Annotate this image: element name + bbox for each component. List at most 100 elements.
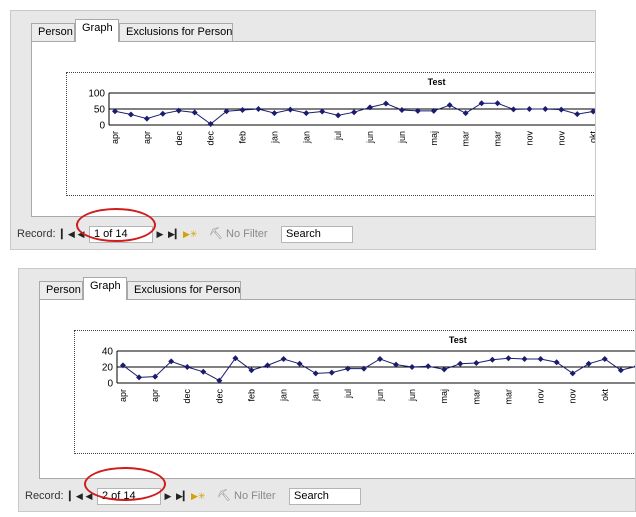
y-tick-label: 40 [102, 347, 114, 358]
data-point [280, 356, 287, 362]
record-label: Record: [17, 228, 56, 240]
data-point [457, 360, 464, 367]
data-point [398, 106, 405, 113]
next-record-icon[interactable]: ▶ [162, 488, 174, 505]
data-point [558, 106, 565, 113]
data-point [617, 367, 624, 374]
tab-exclusions-for-person[interactable]: Exclusions for Person [119, 23, 233, 41]
new-record-icon[interactable]: ▶✳ [183, 226, 197, 243]
x-tick-label: mar [493, 131, 503, 147]
x-tick-label: mar [471, 389, 481, 405]
next-record-icon[interactable]: ▶ [154, 226, 166, 243]
highlight-oval [76, 208, 156, 242]
data-point [376, 356, 383, 362]
x-tick-label: jun [407, 389, 417, 402]
x-tick-label: nov [536, 389, 546, 404]
data-point [143, 115, 150, 122]
x-tick-label: apr [110, 131, 120, 144]
data-point [312, 370, 319, 377]
y-tick-label: 50 [94, 105, 106, 116]
record-label: Record: [25, 490, 64, 502]
x-tick-label: jul [343, 389, 353, 399]
x-tick-label: jan [269, 131, 279, 144]
x-tick-label: dec [214, 389, 224, 404]
x-tick-label: apr [118, 389, 128, 402]
x-tick-label: mar [503, 389, 513, 405]
data-point [446, 102, 453, 109]
data-point [200, 368, 207, 375]
x-tick-label: jun [365, 131, 375, 144]
data-point [255, 106, 262, 112]
no-filter-icon: ⛏ [209, 228, 227, 240]
x-tick-label: okt [600, 389, 610, 402]
highlight-oval [84, 467, 166, 501]
x-tick-label: dec [206, 131, 216, 146]
data-point [489, 356, 496, 363]
data-point [271, 110, 278, 117]
x-tick-label: jun [375, 389, 385, 402]
data-point [569, 370, 576, 377]
data-point [585, 360, 592, 367]
no-filter-button[interactable]: ⛏ No Filter [217, 488, 276, 505]
y-tick-label: 20 [102, 363, 114, 374]
data-point [239, 106, 246, 113]
last-record-icon[interactable]: ▶▎ [176, 488, 190, 505]
x-tick-label: jul [333, 131, 343, 141]
y-tick-label: 0 [99, 121, 105, 132]
data-point [526, 106, 533, 112]
tab-person[interactable]: Person [39, 281, 83, 299]
x-tick-label: apr [150, 389, 160, 402]
data-point [382, 100, 389, 107]
x-tick-label: jan [279, 389, 289, 402]
data-point [505, 355, 512, 362]
x-tick-label: jun [397, 131, 407, 144]
data-point [127, 111, 134, 118]
tab-person[interactable]: Person [31, 23, 75, 41]
x-tick-label: dec [174, 131, 184, 146]
data-point [296, 360, 303, 367]
x-tick-label: jan [311, 389, 321, 402]
data-point [473, 360, 480, 366]
no-filter-icon: ⛏ [217, 490, 235, 502]
x-tick-label: mar [461, 131, 471, 147]
data-point [553, 359, 560, 366]
x-tick-label: maj [439, 389, 449, 404]
x-tick-label: feb [246, 389, 256, 402]
y-tick-label: 100 [88, 89, 105, 100]
data-point [328, 369, 335, 376]
x-tick-label: apr [142, 131, 152, 144]
data-point [494, 100, 501, 107]
data-point [537, 356, 544, 362]
tab-graph[interactable]: Graph [75, 19, 119, 42]
data-point [510, 106, 517, 113]
tab-exclusions-for-person[interactable]: Exclusions for Person [127, 281, 241, 299]
x-tick-label: feb [238, 131, 248, 144]
line-chart: Test 0 20 40 apr apr dec dec feb jan jan jul jun jun m… [102, 335, 635, 405]
search-input[interactable]: Search [281, 226, 353, 243]
data-point [159, 110, 166, 117]
last-record-icon[interactable]: ▶▎ [168, 226, 182, 243]
chart-title: Test [449, 335, 467, 345]
data-point [409, 364, 416, 370]
first-record-icon[interactable]: ▎◀ [69, 488, 83, 505]
data-point [478, 100, 485, 107]
x-tick-label: nov [568, 389, 578, 404]
search-input[interactable]: Search [289, 488, 361, 505]
x-tick-label: dec [182, 389, 192, 404]
data-point [184, 364, 191, 370]
new-record-icon[interactable]: ▶✳ [191, 488, 205, 505]
data-point [601, 356, 608, 362]
chart-frame: Test 0 50 100 apr apr dec dec feb jan jan jul jun jun… [66, 72, 595, 196]
tab-graph[interactable]: Graph [83, 277, 127, 300]
data-point [303, 110, 310, 117]
data-point [574, 111, 581, 118]
y-tick-label: 0 [107, 379, 113, 390]
data-point [521, 356, 528, 362]
data-point [542, 106, 549, 112]
no-filter-button[interactable]: ⛏ No Filter [209, 226, 268, 243]
x-tick-label: nov [556, 131, 566, 146]
first-record-icon[interactable]: ▎◀ [61, 226, 75, 243]
data-point [287, 106, 294, 113]
data-point [351, 109, 358, 116]
line-chart: Test 0 50 100 apr apr dec dec feb jan jan jul jun jun… [88, 77, 595, 147]
